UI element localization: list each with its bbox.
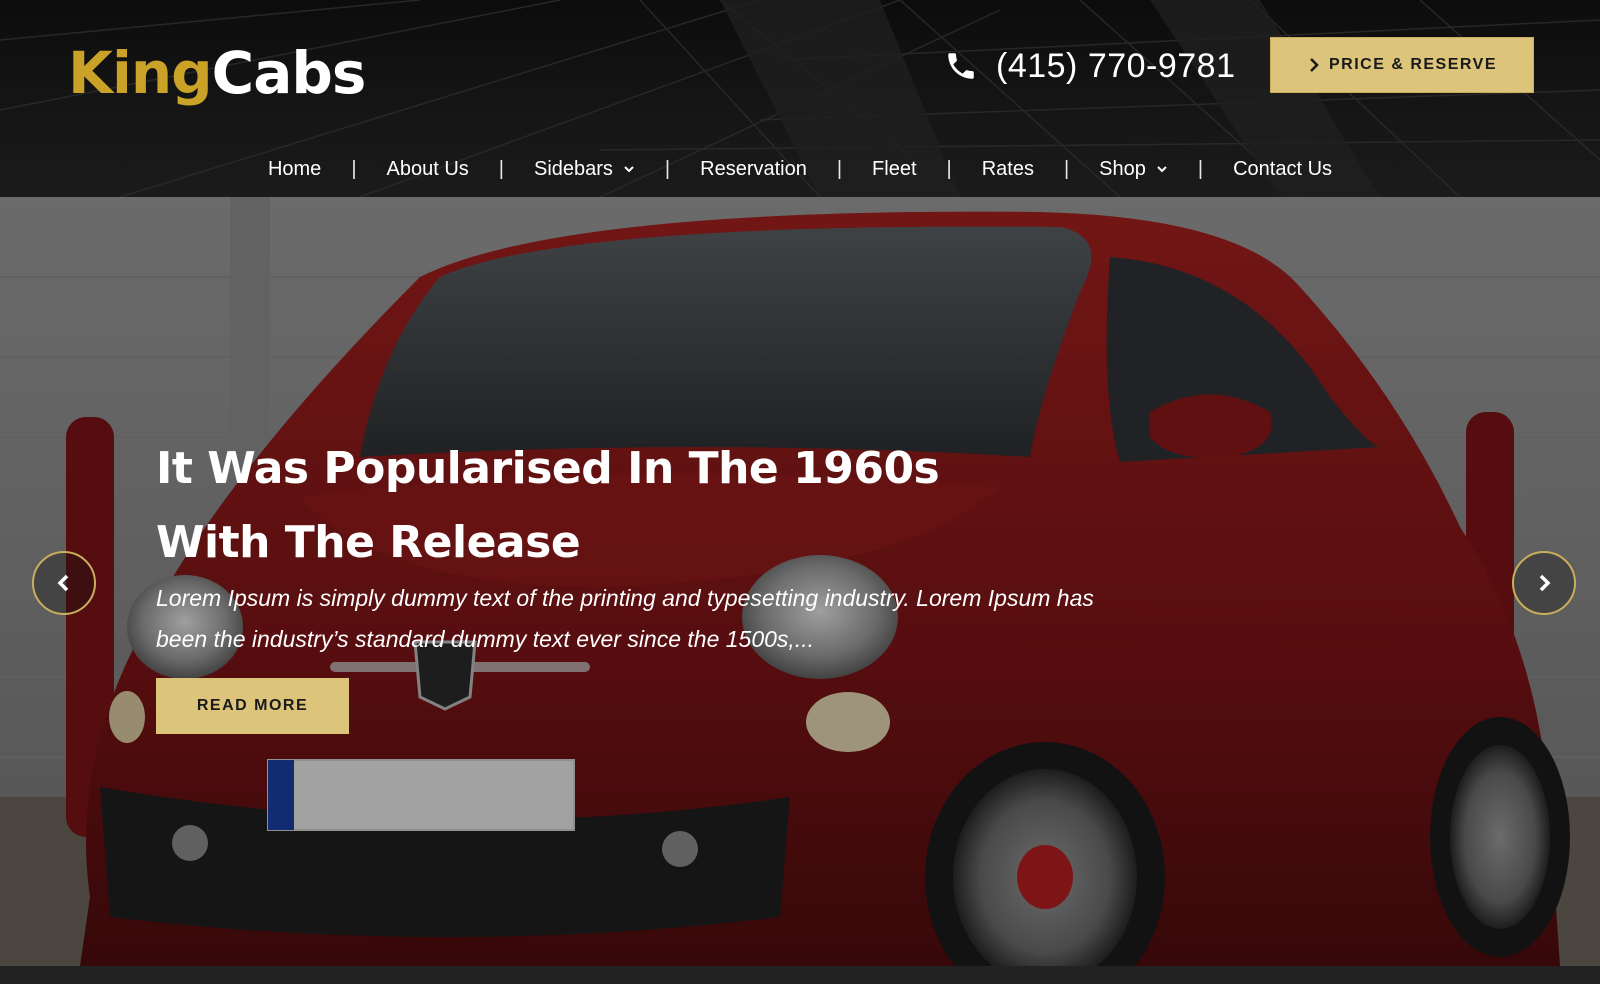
price-reserve-button[interactable]: PRICE & RESERVE [1270, 37, 1534, 93]
hero-slider: It Was Popularised In The 1960s With The… [0, 197, 1600, 966]
nav-item-contact-us[interactable]: Contact Us [1203, 158, 1362, 181]
nav-item-reservation[interactable]: Reservation [670, 158, 837, 181]
slider-next-button[interactable] [1512, 551, 1576, 615]
hero-description: Lorem Ipsum is simply dummy text of the … [156, 585, 1094, 652]
phone-number: (415) 770-9781 [996, 46, 1236, 85]
site-header: King Cabs (415) 770-9781 PRICE & RESERVE … [0, 0, 1600, 197]
main-nav: Home | About Us | Sidebars | Reservation… [0, 150, 1600, 188]
hero-title: It Was Popularised In The 1960s With The… [156, 443, 940, 568]
nav-label-about-us: About Us [386, 157, 469, 180]
nav-label-shop: Shop [1099, 157, 1146, 180]
nav-item-about-us[interactable]: About Us [357, 158, 499, 181]
read-more-button[interactable]: READ MORE [156, 678, 349, 734]
nav-item-home[interactable]: Home [238, 158, 351, 181]
chevron-down-icon [624, 166, 634, 173]
nav-label-contact-us: Contact Us [1233, 157, 1333, 180]
chevron-left-icon [57, 574, 69, 592]
slider-prev-button[interactable] [32, 551, 96, 615]
nav-label-sidebars: Sidebars [533, 157, 613, 180]
price-reserve-label: PRICE & RESERVE [1328, 56, 1498, 73]
chevron-right-icon [1310, 58, 1319, 72]
nav-label-fleet: Fleet [872, 157, 917, 180]
nav-item-shop[interactable]: Shop [1069, 158, 1198, 181]
nav-label-home: Home [267, 157, 322, 180]
phone-icon [948, 53, 974, 79]
phone-contact[interactable]: (415) 770-9781 [944, 44, 1236, 88]
chevron-down-icon [1157, 166, 1167, 173]
nav-label-reservation: Reservation [700, 157, 807, 180]
site-logo[interactable]: King Cabs [68, 24, 367, 107]
logo-text-king: King [68, 39, 213, 107]
logo-text-cabs: Cabs [211, 39, 367, 107]
chevron-right-icon [1539, 574, 1551, 592]
nav-item-rates[interactable]: Rates [952, 158, 1064, 181]
section-divider [0, 966, 1600, 984]
nav-item-sidebars[interactable]: Sidebars [504, 158, 665, 181]
nav-item-fleet[interactable]: Fleet [842, 158, 946, 181]
nav-label-rates: Rates [981, 157, 1034, 180]
